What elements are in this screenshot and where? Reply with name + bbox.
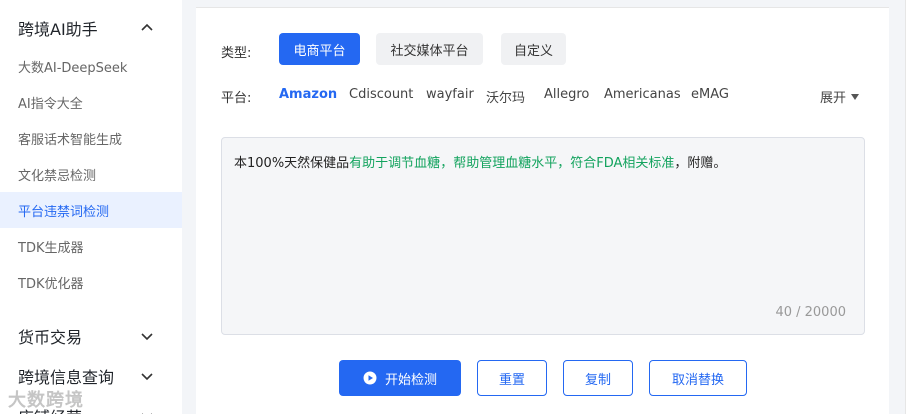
text-plain: 本100%天然保健品 xyxy=(234,156,350,171)
sidebar-item-label: 大数AI-DeepSeek xyxy=(18,60,128,76)
reset-button[interactable]: 重置 xyxy=(477,360,547,396)
sidebar-item-label: 客服话术智能生成 xyxy=(18,132,123,148)
platform-allegro[interactable]: Allegro xyxy=(544,87,589,102)
copy-button[interactable]: 复制 xyxy=(563,360,633,396)
sidebar: 跨境AI助手 大数AI-DeepSeek AI指令大全 客服话术智能生成 文化禁… xyxy=(0,0,182,414)
right-panel-edge xyxy=(905,0,910,414)
main-panel: 类型: 电商平台 社交媒体平台 自定义 平台: Amazon Cdiscount… xyxy=(196,0,889,414)
type-custom-button[interactable]: 自定义 xyxy=(501,33,566,65)
text-plain: ，附赠。 xyxy=(674,156,727,171)
sidebar-group-ai-assistant[interactable]: 跨境AI助手 xyxy=(0,10,182,46)
sidebar-group-label: 跨境信息查询 xyxy=(18,368,115,387)
sidebar-group-label: 货币交易 xyxy=(18,328,83,347)
platform-wayfair[interactable]: wayfair xyxy=(426,87,474,102)
sidebar-item-label: 文化禁忌检测 xyxy=(18,168,97,184)
text-flagged-comma: ， xyxy=(557,156,571,171)
sidebar-item-tdk-optimizer[interactable]: TDK优化器 xyxy=(0,264,182,300)
text-flagged: 符合FDA相关标准 xyxy=(570,156,675,171)
watermark-text: 大数跨境 xyxy=(8,390,84,411)
sidebar-item-label: AI指令大全 xyxy=(18,96,83,112)
sidebar-item-label: TDK生成器 xyxy=(18,240,84,256)
platform-label: 平台: xyxy=(221,91,252,106)
char-counter: 40 / 20000 xyxy=(775,305,846,320)
sidebar-item-culture-taboo[interactable]: 文化禁忌检测 xyxy=(0,156,182,192)
expand-toggle[interactable]: 展开 xyxy=(820,87,860,106)
start-check-label: 开始检测 xyxy=(384,372,437,388)
chevron-up-icon xyxy=(140,21,154,35)
sidebar-item-label: TDK优化器 xyxy=(18,276,84,292)
sidebar-item-tdk-generator[interactable]: TDK生成器 xyxy=(0,228,182,264)
sidebar-item-ai-prompts[interactable]: AI指令大全 xyxy=(0,84,182,120)
sidebar-item-deepseek[interactable]: 大数AI-DeepSeek xyxy=(0,48,182,84)
platform-amazon[interactable]: Amazon xyxy=(279,87,337,102)
chevron-down-icon xyxy=(140,329,154,343)
platform-emag[interactable]: eMAG xyxy=(691,87,729,102)
gutter xyxy=(182,0,196,414)
text-flagged: 有助于调节血糖 xyxy=(349,156,441,171)
platform-walmart[interactable]: 沃尔玛 xyxy=(486,87,525,106)
chevron-down-icon xyxy=(140,409,154,414)
type-ecommerce-button[interactable]: 电商平台 xyxy=(279,33,360,65)
platform-americanas[interactable]: Americanas xyxy=(604,87,681,102)
sidebar-group-label: 跨境AI助手 xyxy=(18,20,98,39)
input-text: 本100%天然保健品有助于调节血糖，帮助管理血糖水平，符合FDA相关标准，附赠。 xyxy=(234,152,726,171)
type-social-button[interactable]: 社交媒体平台 xyxy=(376,33,483,65)
sidebar-item-label: 平台违禁词检测 xyxy=(18,204,110,220)
text-input-area[interactable]: 本100%天然保健品有助于调节血糖，帮助管理血糖水平，符合FDA相关标准，附赠。… xyxy=(221,137,865,335)
platform-cdiscount[interactable]: Cdiscount xyxy=(349,87,413,102)
sidebar-group-currency[interactable]: 货币交易 xyxy=(0,318,182,354)
start-check-button[interactable]: 开始检测 xyxy=(339,360,461,396)
expand-label: 展开 xyxy=(820,91,847,106)
sidebar-item-customer-service[interactable]: 客服话术智能生成 xyxy=(0,120,182,156)
type-label: 类型: xyxy=(221,46,252,61)
sidebar-item-banned-words[interactable]: 平台违禁词检测 xyxy=(0,192,182,228)
text-flagged: 帮助管理血糖水平 xyxy=(453,156,558,171)
top-divider xyxy=(196,0,889,8)
caret-down-icon xyxy=(851,93,860,100)
text-flagged-comma: ， xyxy=(440,156,454,171)
play-circle-icon xyxy=(363,371,377,385)
cancel-replace-button[interactable]: 取消替换 xyxy=(649,360,747,396)
chevron-down-icon xyxy=(140,369,154,383)
watermark: 大数跨境 xyxy=(8,386,84,412)
